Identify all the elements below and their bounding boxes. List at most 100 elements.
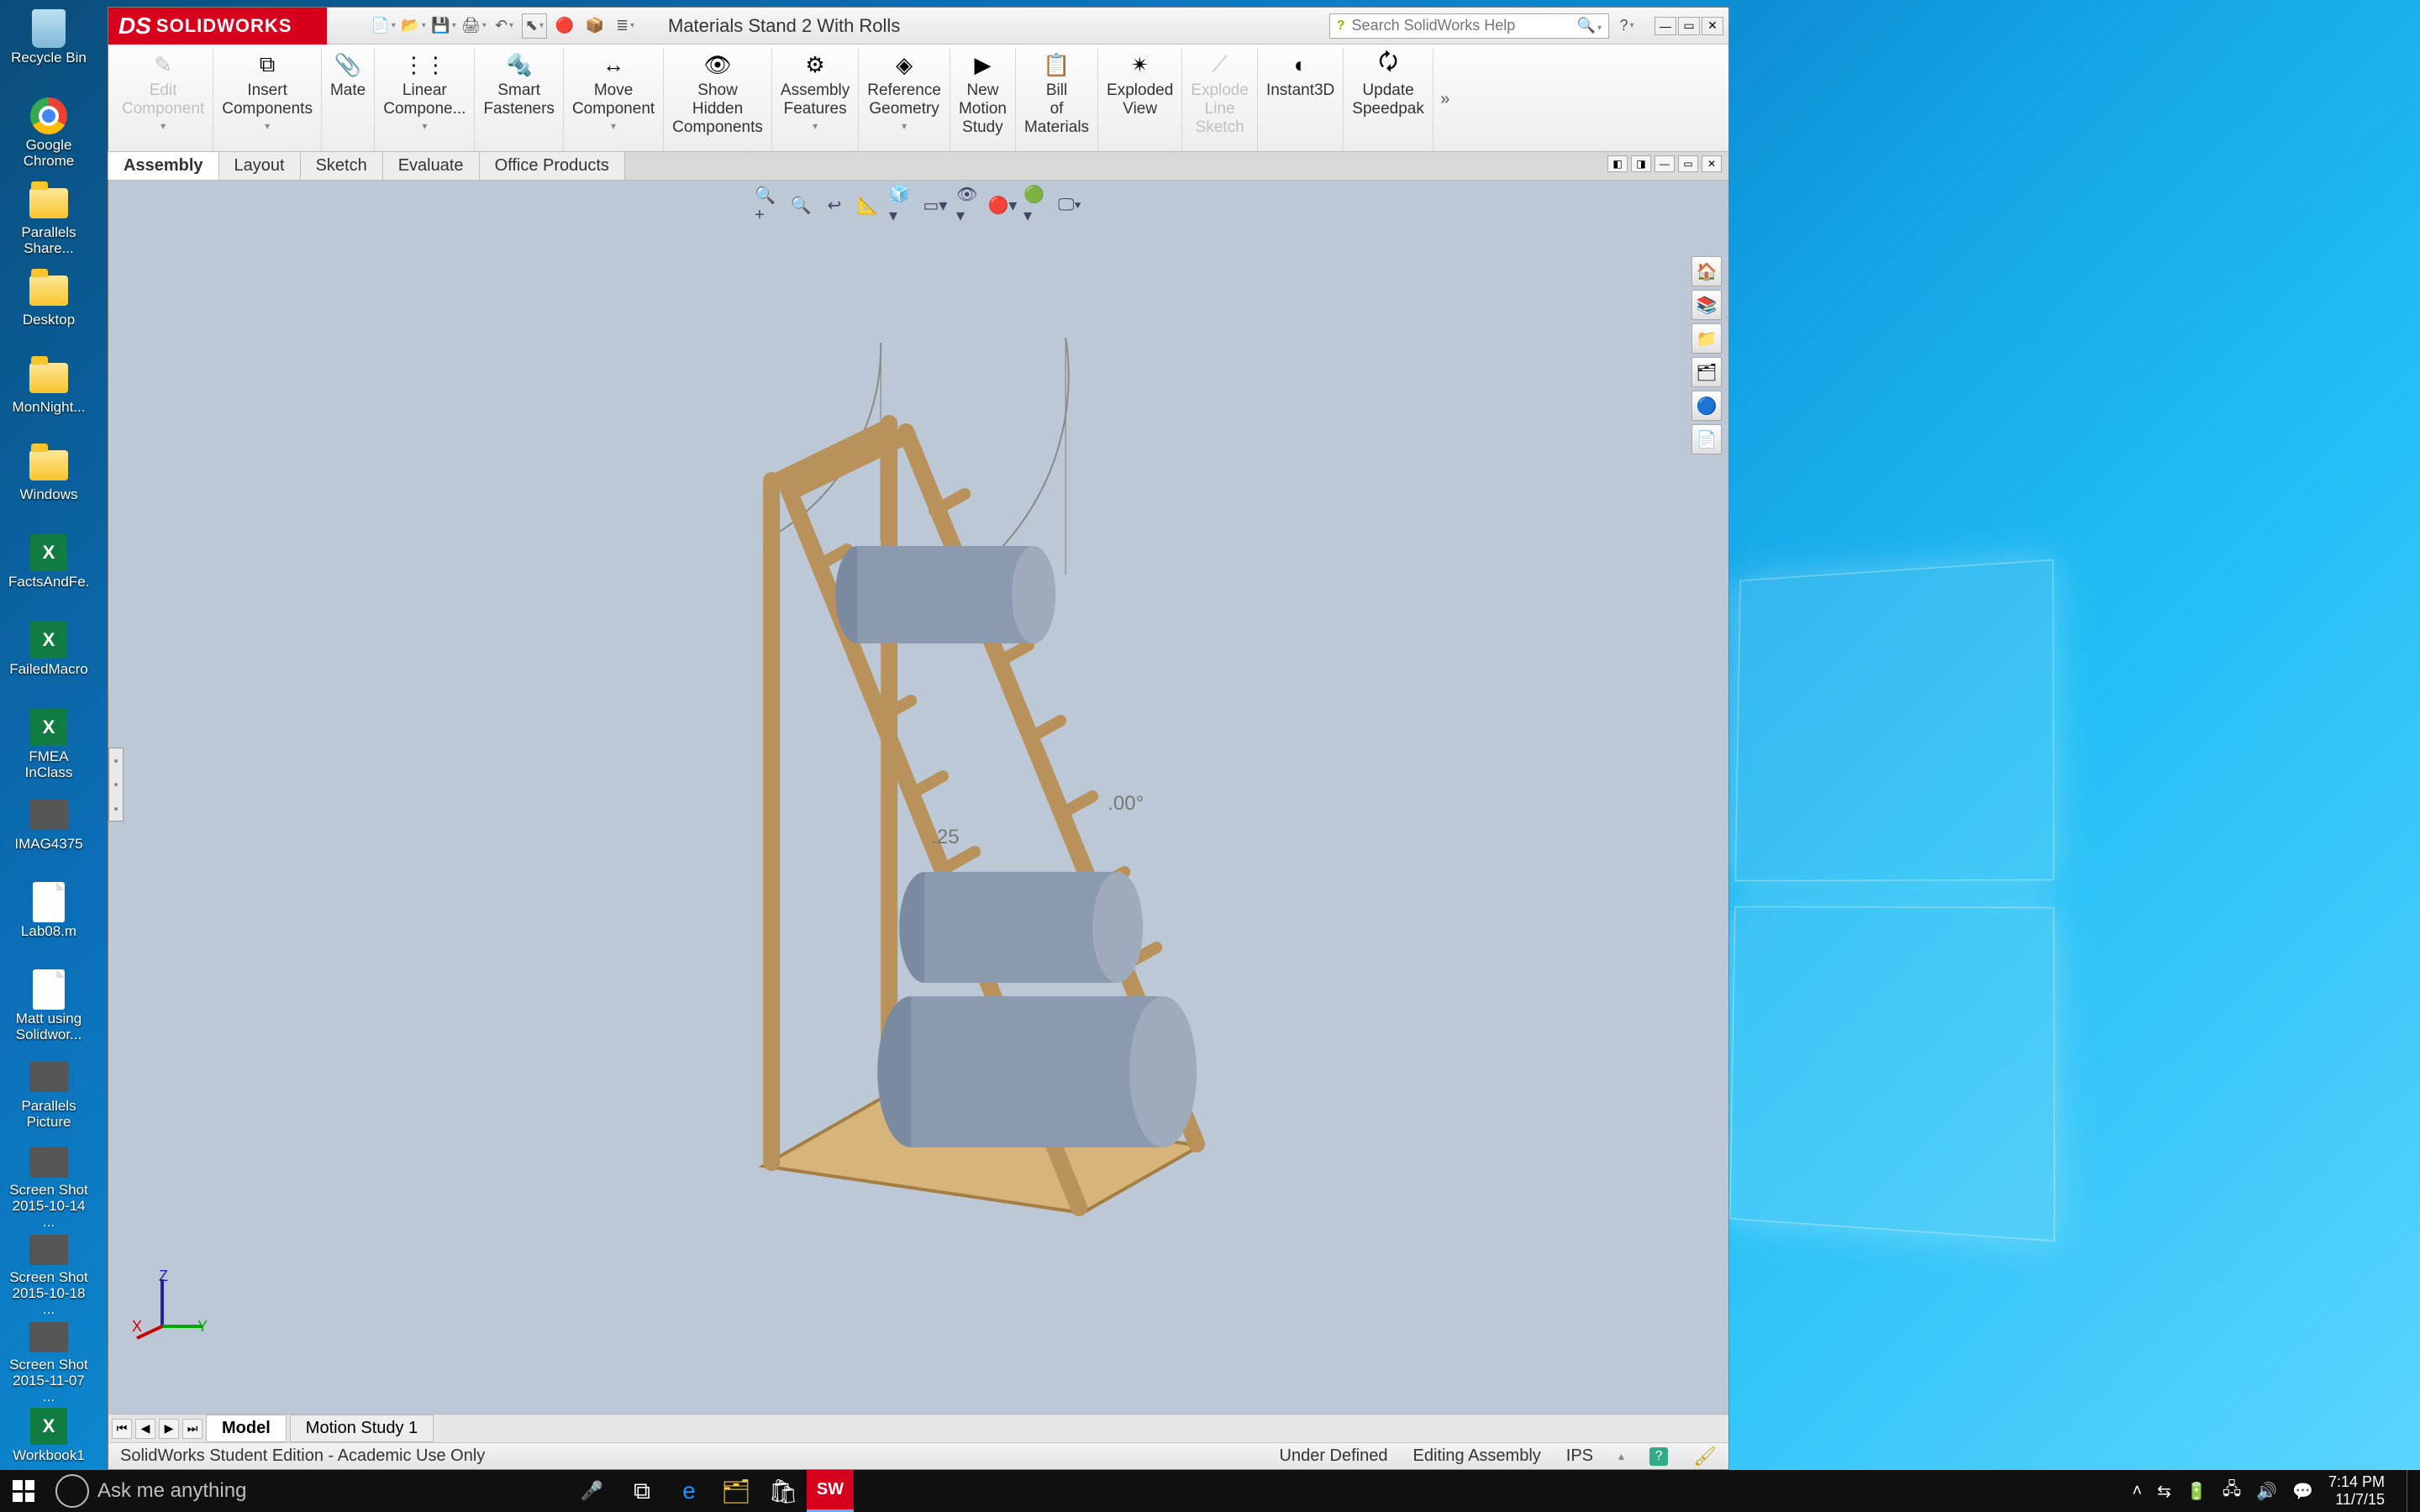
display-style-icon[interactable]: ▭▾ <box>923 192 948 218</box>
desktop-icon[interactable]: Screen Shot 2015-10-14 ... <box>7 1142 91 1226</box>
ribbon-bill-of-materials[interactable]: 📋BillofMaterials <box>1016 48 1098 151</box>
view-settings-icon[interactable]: 🖵▾ <box>1057 192 1082 218</box>
status-paint-icon[interactable]: 🖌 <box>1693 1446 1717 1467</box>
doc-minimize-icon[interactable]: — <box>1655 155 1675 172</box>
desktop-icon[interactable]: Matt using Solidwor... <box>7 968 91 1052</box>
zoom-fit-icon[interactable]: 🔍+ <box>755 192 780 218</box>
cortana-search-box[interactable]: Ask me anything 🎤 <box>97 1470 618 1512</box>
cortana-icon[interactable] <box>55 1474 89 1508</box>
store-taskbar-icon[interactable]: 🛍 <box>760 1470 807 1512</box>
microphone-icon[interactable]: 🎤 <box>581 1480 603 1502</box>
view-orientation-icon[interactable]: 🧊▾ <box>889 192 914 218</box>
desktop-icon[interactable]: Parallels Picture <box>7 1055 91 1139</box>
ribbon-insert-components[interactable]: ⧉InsertComponents▾ <box>213 48 322 151</box>
zoom-area-icon[interactable]: 🔍 <box>788 192 813 218</box>
tab-nav-last-icon[interactable]: ⏭ <box>182 1419 203 1439</box>
undo-icon[interactable]: ↶ <box>492 13 517 39</box>
open-file-icon[interactable]: 📂 <box>401 13 426 39</box>
minimize-button[interactable]: — <box>1655 17 1676 35</box>
tab-sketch[interactable]: Sketch <box>300 151 383 180</box>
view-triad[interactable]: Z Y X <box>132 1268 216 1343</box>
ribbon-linear-compone-[interactable]: ⋮⋮LinearCompone...▾ <box>375 48 475 151</box>
tab-nav-first-icon[interactable]: ⏮ <box>112 1419 132 1439</box>
ribbon-update-speedpak[interactable]: 🗘UpdateSpeedpak <box>1344 48 1434 151</box>
tab-evaluate[interactable]: Evaluate <box>382 151 480 180</box>
edge-taskbar-icon[interactable]: e <box>666 1470 713 1512</box>
rebuild-icon[interactable]: 🔴 <box>552 13 577 39</box>
previous-view-icon[interactable]: ↩ <box>822 192 847 218</box>
save-icon[interactable]: 💾 <box>431 13 456 39</box>
desktop-icon[interactable]: Desktop <box>7 269 91 353</box>
apply-scene-icon[interactable]: 🟢▾ <box>1023 192 1049 218</box>
edit-appearance-icon[interactable]: 🔴▾ <box>990 192 1015 218</box>
ribbon-reference-geometry[interactable]: ◈ReferenceGeometry▾ <box>859 48 950 151</box>
solidworks-taskbar-icon[interactable]: SW <box>807 1470 854 1512</box>
ribbon-show-hidden-components[interactable]: 👁ShowHiddenComponents <box>664 48 772 151</box>
desktop-icon[interactable]: Screen Shot 2015-11-07 ... <box>7 1317 91 1401</box>
search-icon[interactable]: 🔍 <box>1577 17 1602 34</box>
section-view-icon[interactable]: 📐 <box>855 192 881 218</box>
options-icon[interactable]: 📦 <box>582 13 608 39</box>
ribbon-overflow-icon[interactable]: » <box>1434 48 1457 151</box>
ribbon-instant-d[interactable]: ◐Instant3D <box>1258 48 1344 151</box>
tray-parallels-icon[interactable]: ⇆ <box>2157 1481 2171 1502</box>
desktop-icon[interactable]: Windows <box>7 444 91 528</box>
show-desktop-button[interactable] <box>2407 1470 2415 1512</box>
ribbon-exploded-view[interactable]: ✴ExplodedView <box>1098 48 1182 151</box>
bottom-tab-motion-study-1[interactable]: Motion Study 1 <box>290 1415 434 1442</box>
desktop-icon[interactable]: Lab08.m <box>7 880 91 964</box>
restore-button[interactable]: ▭ <box>1678 17 1700 35</box>
hide-show-icon[interactable]: 👁▾ <box>956 192 981 218</box>
tray-battery-icon[interactable]: 🔋 <box>2186 1481 2207 1502</box>
doc-tile-left-icon[interactable]: ◧ <box>1607 155 1628 172</box>
start-button[interactable] <box>0 1470 47 1512</box>
desktop-icon[interactable]: Screen Shot 2015-10-18 ... <box>7 1230 91 1314</box>
desktop-icon[interactable]: Parallels Share... <box>7 181 91 265</box>
desktop-icon[interactable]: XFactsAndFe... <box>7 531 91 615</box>
new-file-icon[interactable]: 📄 <box>371 13 396 39</box>
print-icon[interactable]: 🖨 <box>461 13 487 39</box>
ribbon-move-component[interactable]: ↔MoveComponent▾ <box>564 48 664 151</box>
desktop-icon[interactable]: Google Chrome <box>7 94 91 178</box>
tray-notifications-icon[interactable]: 💬 <box>2292 1481 2313 1502</box>
taskbar-clock[interactable]: 7:14 PM 11/7/15 <box>2328 1473 2391 1508</box>
graphics-viewport[interactable]: 🔍+ 🔍 ↩ 📐 🧊▾ ▭▾ 👁▾ 🔴▾ 🟢▾ 🖵▾ 🏠 📚 📁 🗂 🔵 📄 <box>108 181 1728 1414</box>
desktop-icon[interactable]: XFailedMacro <box>7 618 91 702</box>
doc-restore-icon[interactable]: ▭ <box>1678 155 1698 172</box>
tray-overflow-icon[interactable]: ˄ <box>2132 1482 2142 1501</box>
tray-network-icon[interactable]: 🖧 <box>2223 1477 2241 1505</box>
desktop-icon[interactable]: MonNight... <box>7 356 91 440</box>
bottom-tab-model[interactable]: Model <box>206 1415 287 1442</box>
settings-icon[interactable]: ≣ <box>613 13 638 39</box>
ribbon-explode-line-sketch[interactable]: ⟋ExplodeLineSketch <box>1182 48 1258 151</box>
design-library-icon[interactable]: 📚 <box>1691 290 1722 320</box>
tab-nav-prev-icon[interactable]: ◀ <box>135 1419 155 1439</box>
file-explorer-icon[interactable]: 📁 <box>1691 323 1722 354</box>
ribbon-assembly-features[interactable]: ⚙AssemblyFeatures▾ <box>772 48 859 151</box>
doc-tile-right-icon[interactable]: ◨ <box>1631 155 1651 172</box>
tab-office-products[interactable]: Office Products <box>479 151 625 180</box>
doc-close-icon[interactable]: ✕ <box>1702 155 1722 172</box>
select-arrow-icon[interactable]: ⬉ <box>522 13 547 39</box>
help-search-box[interactable]: ? 🔍 <box>1329 13 1609 39</box>
custom-properties-icon[interactable]: 📄 <box>1691 424 1722 454</box>
tray-volume-icon[interactable]: 🔊 <box>2256 1481 2277 1502</box>
status-units[interactable]: IPS <box>1566 1446 1593 1466</box>
desktop-icon[interactable]: IMAG4375 <box>7 793 91 877</box>
help-dropdown-icon[interactable]: ? <box>1614 13 1639 39</box>
feature-tree-flyout-handle[interactable] <box>108 748 124 822</box>
tab-layout[interactable]: Layout <box>218 151 301 180</box>
task-view-button[interactable]: ⧉ <box>618 1470 666 1512</box>
tab-nav-next-icon[interactable]: ▶ <box>159 1419 179 1439</box>
close-button[interactable]: ✕ <box>1702 17 1723 35</box>
tab-assembly[interactable]: Assembly <box>108 151 219 180</box>
appearances-icon[interactable]: 🔵 <box>1691 391 1722 421</box>
assembly-model[interactable]: .25 .00° <box>612 306 1250 1251</box>
ribbon-new-motion-study[interactable]: ▶NewMotionStudy <box>950 48 1016 151</box>
desktop-icon[interactable]: XFMEA InClass <box>7 706 91 790</box>
ribbon-mate[interactable]: 📎Mate <box>322 48 375 151</box>
help-search-input[interactable] <box>1352 17 1570 34</box>
desktop-icon[interactable]: Recycle Bin <box>7 7 91 91</box>
view-palette-icon[interactable]: 🗂 <box>1691 357 1722 387</box>
solidworks-resources-icon[interactable]: 🏠 <box>1691 256 1722 286</box>
